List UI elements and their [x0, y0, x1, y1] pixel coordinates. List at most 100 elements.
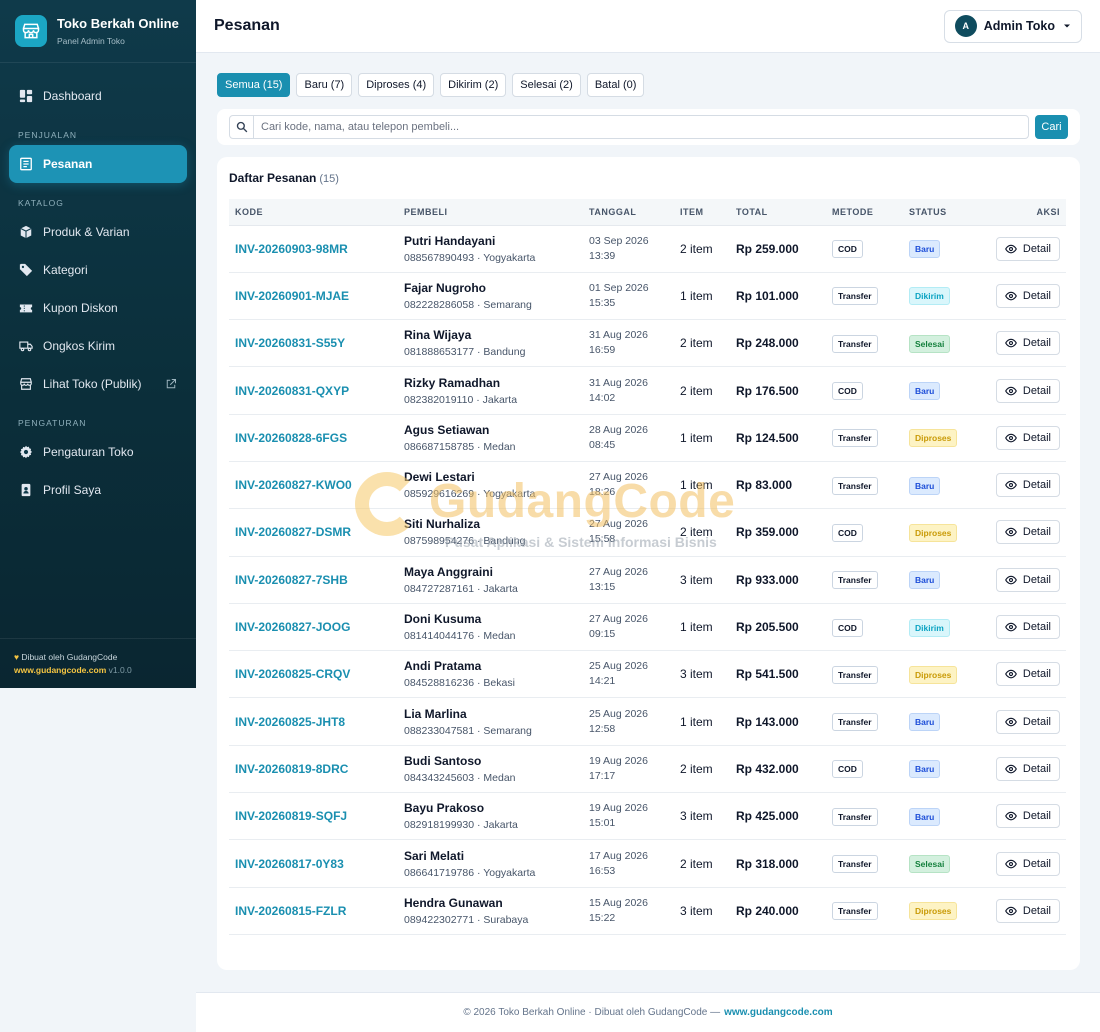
- orders-count: (15): [319, 173, 339, 185]
- sidebar-item-pengaturan-toko[interactable]: Pengaturan Toko: [0, 433, 196, 471]
- detail-button[interactable]: Detail: [995, 520, 1060, 545]
- order-code-link[interactable]: INV-20260828-6FGS: [235, 431, 347, 445]
- user-menu-button[interactable]: A Admin Toko: [943, 9, 1082, 43]
- dashboard-icon: [19, 89, 33, 103]
- eye-icon: [1004, 905, 1017, 917]
- buyer-name: Budi Santoso: [404, 753, 482, 768]
- detail-button[interactable]: Detail: [995, 898, 1060, 923]
- detail-button[interactable]: Detail: [995, 615, 1060, 640]
- col-metode[interactable]: METODE: [826, 199, 903, 226]
- col-kode[interactable]: KODE: [229, 199, 398, 226]
- sidebar-item-lihat-toko[interactable]: Lihat Toko (Publik): [0, 365, 196, 403]
- status-badge: Baru: [909, 807, 941, 826]
- col-tanggal[interactable]: TANGGAL: [583, 199, 674, 226]
- id-badge-icon: [21, 483, 31, 497]
- order-total: Rp 176.500: [736, 383, 799, 398]
- tab-selesai[interactable]: Selesai (2): [512, 73, 581, 97]
- buyer-phone-city: 084528816236 · Bekasi: [404, 677, 515, 690]
- detail-button[interactable]: Detail: [995, 283, 1060, 308]
- footer-link[interactable]: www.gudangcode.com: [724, 1007, 833, 1018]
- order-time: 13:15: [589, 580, 616, 593]
- detail-button[interactable]: Detail: [995, 709, 1060, 734]
- detail-button[interactable]: Detail: [995, 851, 1060, 876]
- footer-url-link[interactable]: www.gudangcode.com: [14, 665, 106, 675]
- sidebar-item-pesanan[interactable]: Pesanan: [9, 145, 187, 183]
- sidebar-item-profil[interactable]: Profil Saya: [0, 471, 196, 509]
- buyer-phone-city: 086687158785 · Medan: [404, 440, 516, 453]
- order-code-link[interactable]: INV-20260815-FZLR: [235, 904, 346, 918]
- item-count: 1 item: [680, 714, 713, 729]
- tab-diproses[interactable]: Diproses (4): [358, 73, 435, 97]
- order-code-link[interactable]: INV-20260819-8DRC: [235, 762, 348, 776]
- detail-button[interactable]: Detail: [995, 567, 1060, 592]
- item-count: 3 item: [680, 572, 713, 587]
- sidebar-item-dashboard[interactable]: Dashboard: [0, 77, 196, 115]
- col-total[interactable]: TOTAL: [730, 199, 826, 226]
- col-pembeli[interactable]: PEMBELI: [398, 199, 583, 226]
- detail-button[interactable]: Detail: [995, 425, 1060, 450]
- search-button[interactable]: Cari: [1035, 115, 1068, 139]
- sidebar-item-ongkos[interactable]: Ongkos Kirim: [0, 327, 196, 365]
- footer-credit: Dibuat oleh GudangCode: [21, 652, 118, 662]
- status-badge: Baru: [909, 571, 941, 590]
- sidebar-item-produk[interactable]: Produk & Varian: [0, 213, 196, 251]
- order-code-link[interactable]: INV-20260827-DSMR: [235, 525, 351, 539]
- buyer-name: Hendra Gunawan: [404, 895, 503, 910]
- order-code-link[interactable]: INV-20260827-KWO0: [235, 478, 352, 492]
- order-code-link[interactable]: INV-20260827-7SHB: [235, 573, 348, 587]
- eye-icon: [1004, 479, 1017, 491]
- order-time: 15:01: [589, 817, 616, 830]
- col-item[interactable]: ITEM: [674, 199, 730, 226]
- order-date: 19 Aug 2026: [589, 802, 648, 815]
- sidebar-item-label: Kategori: [43, 263, 88, 277]
- order-date: 31 Aug 2026: [589, 376, 648, 389]
- order-code-link[interactable]: INV-20260903-98MR: [235, 242, 348, 256]
- truck-icon: [19, 341, 33, 352]
- payment-method-badge: Transfer: [832, 429, 878, 448]
- buyer-phone-city: 088567890493 · Yogyakarta: [404, 251, 536, 264]
- buyer-phone-city: 081888653177 · Bandung: [404, 346, 526, 359]
- tab-baru[interactable]: Baru (7): [296, 73, 353, 97]
- detail-button[interactable]: Detail: [995, 378, 1060, 403]
- item-count: 3 item: [680, 667, 713, 682]
- detail-button[interactable]: Detail: [995, 236, 1060, 261]
- order-code-link[interactable]: INV-20260825-JHT8: [235, 715, 345, 729]
- detail-button[interactable]: Detail: [995, 331, 1060, 356]
- item-count: 2 item: [680, 761, 713, 776]
- buyer-phone-city: 087598954276 · Bandung: [404, 535, 526, 548]
- orders-card-title: Daftar Pesanan (15): [229, 171, 1068, 185]
- detail-button[interactable]: Detail: [995, 662, 1060, 687]
- search-input[interactable]: [254, 121, 1028, 133]
- eye-icon: [1004, 858, 1017, 870]
- col-status[interactable]: STATUS: [903, 199, 983, 226]
- table-row: INV-20260827-JOOG Doni Kusuma 081414044176…: [229, 603, 1066, 652]
- orders-table: KODE PEMBELI TANGGAL ITEM TOTAL METODE S…: [229, 199, 1066, 935]
- order-code-link[interactable]: INV-20260819-SQFJ: [235, 809, 347, 823]
- status-tabs: Semua (15) Baru (7) Diproses (4) Dikirim…: [217, 73, 645, 97]
- payment-method-badge: COD: [832, 760, 863, 779]
- order-code-link[interactable]: INV-20260831-S55Y: [235, 336, 345, 350]
- detail-button[interactable]: Detail: [995, 756, 1060, 781]
- payment-method-badge: Transfer: [832, 713, 878, 732]
- eye-icon: [1004, 763, 1017, 775]
- eye-icon: [1004, 574, 1017, 586]
- detail-button[interactable]: Detail: [995, 804, 1060, 829]
- order-code-link[interactable]: INV-20260825-CRQV: [235, 667, 350, 681]
- tab-dikirim[interactable]: Dikirim (2): [440, 73, 507, 97]
- sidebar-item-kupon[interactable]: Kupon Diskon: [0, 289, 196, 327]
- sidebar-item-kategori[interactable]: Kategori: [0, 251, 196, 289]
- order-code-link[interactable]: INV-20260831-QXYP: [235, 384, 349, 398]
- order-code-link[interactable]: INV-20260901-MJAE: [235, 289, 349, 303]
- detail-button[interactable]: Detail: [995, 473, 1060, 498]
- order-code-link[interactable]: INV-20260827-JOOG: [235, 620, 350, 634]
- order-code-link[interactable]: INV-20260817-0Y83: [235, 857, 344, 871]
- tab-semua[interactable]: Semua (15): [217, 73, 291, 97]
- payment-method-badge: Transfer: [832, 665, 878, 684]
- buyer-name: Bayu Prakoso: [404, 801, 485, 816]
- item-count: 2 item: [680, 525, 713, 540]
- order-date: 01 Sep 2026: [589, 281, 649, 294]
- tab-batal[interactable]: Batal (0): [586, 73, 645, 97]
- detail-label: Detail: [1022, 431, 1051, 444]
- table-row: INV-20260825-JHT8 Lia Marlina 088233047581…: [229, 697, 1066, 746]
- buyer-phone-city: 084727287161 · Jakarta: [404, 582, 518, 595]
